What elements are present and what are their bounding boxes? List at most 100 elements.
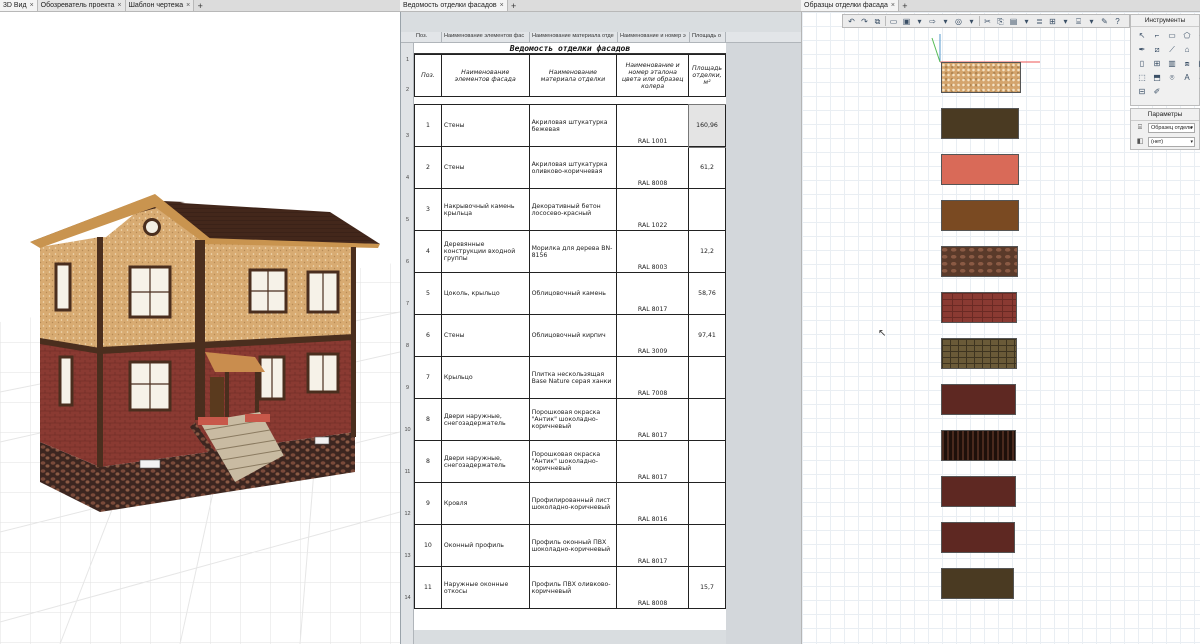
material-swatch[interactable] xyxy=(941,154,1019,185)
cell-area[interactable]: 58,76 xyxy=(688,272,726,315)
cell-material[interactable]: Морилка для дерева BN-8156 xyxy=(528,230,618,273)
redo-icon[interactable]: ↷ xyxy=(859,16,870,27)
material-swatch[interactable] xyxy=(941,108,1019,139)
window-icon[interactable]: ⊞ xyxy=(1151,58,1163,70)
row-number[interactable]: 13 xyxy=(401,553,414,559)
wrench-icon[interactable]: ✎ xyxy=(1099,16,1110,27)
row-number[interactable]: 12 xyxy=(401,511,414,517)
tab-facade-schedule[interactable]: Ведомость отделки фасадов × xyxy=(400,0,508,11)
cell-material[interactable]: Порошковая окраска "Антик" шоколадно-кор… xyxy=(528,398,618,441)
chevron-down-icon[interactable]: ▾ xyxy=(1086,16,1097,27)
cell-color-code[interactable]: RAL 8008 xyxy=(616,146,690,189)
cell-area[interactable] xyxy=(688,482,726,525)
style-select[interactable]: Образец отделк ▾ xyxy=(1148,123,1195,133)
cell-element[interactable]: Крыльцо xyxy=(440,356,530,399)
material-swatch[interactable] xyxy=(941,246,1018,277)
chevron-down-icon[interactable]: ▾ xyxy=(1021,16,1032,27)
cell-material[interactable]: Профилированный лист шоколадно-коричневы… xyxy=(528,482,618,525)
add-tab-button[interactable]: + xyxy=(899,0,911,11)
open-folder-icon[interactable]: ▭ xyxy=(888,16,899,27)
cell-pos[interactable]: 8 xyxy=(414,398,442,441)
column-header[interactable]: Наименование элементов фас xyxy=(442,32,530,42)
table-row[interactable]: 4 Деревянные конструкции входной группы … xyxy=(414,230,726,273)
cell-element[interactable]: Деревянные конструкции входной группы xyxy=(440,230,530,273)
camera-icon[interactable]: ⌾ xyxy=(1166,72,1178,84)
cell-area[interactable] xyxy=(688,188,726,231)
cell-material[interactable]: Плитка нескользящая Base Nature серая ха… xyxy=(528,356,618,399)
header-cell[interactable]: Поз. xyxy=(414,54,442,97)
cell-color-code[interactable]: RAL 8008 xyxy=(616,566,690,609)
row-number[interactable]: 4 xyxy=(401,175,414,181)
column-icon[interactable]: ▥ xyxy=(1166,58,1178,70)
cell-area[interactable] xyxy=(688,398,726,441)
material-swatch[interactable] xyxy=(941,522,1015,553)
cell-area[interactable]: 12,2 xyxy=(688,230,726,273)
tab-facade-samples[interactable]: Образцы отделки фасада × xyxy=(801,0,899,11)
material-swatch[interactable] xyxy=(941,292,1017,323)
close-icon[interactable]: × xyxy=(186,2,190,9)
row-number[interactable]: 14 xyxy=(401,595,414,601)
header-cell[interactable]: Площадь отделки, м² xyxy=(688,54,726,97)
tab-3d-view[interactable]: 3D Вид × xyxy=(0,0,38,11)
row-number[interactable]: 6 xyxy=(401,259,414,265)
fill-icon[interactable]: ⬒ xyxy=(1151,72,1163,84)
cell-element[interactable]: Стены xyxy=(440,104,530,147)
chevron-down-icon[interactable]: ▾ xyxy=(940,16,951,27)
cut-icon[interactable]: ✂ xyxy=(982,16,993,27)
table-row[interactable]: 8 Двери наружные, снегозадержатель Порош… xyxy=(414,398,726,441)
cell-color-code[interactable]: RAL 8017 xyxy=(616,524,690,567)
material-swatch[interactable] xyxy=(941,200,1019,231)
cell-pos[interactable]: 10 xyxy=(414,524,442,567)
roof-icon[interactable]: ⌂ xyxy=(1181,44,1193,56)
close-icon[interactable]: × xyxy=(30,2,34,9)
cell-element[interactable]: Оконный профиль xyxy=(440,524,530,567)
cell-pos[interactable]: 4 xyxy=(414,230,442,273)
table-row[interactable]: 6 Стены Облицовочный кирпич RAL 3009 97,… xyxy=(414,314,726,357)
table-row[interactable]: 9 Кровля Профилированный лист шоколадно-… xyxy=(414,482,726,525)
header-cell[interactable]: Наименование материала отделки xyxy=(528,54,618,97)
cell-area[interactable]: 15,7 xyxy=(688,566,726,609)
cell-color-code[interactable]: RAL 8017 xyxy=(616,440,690,483)
table-row[interactable]: 3 Накрывочный камень крыльца Декоративны… xyxy=(414,188,726,231)
table-row[interactable]: 10 Оконный профиль Профиль оконный ПВХ ш… xyxy=(414,524,726,567)
cell-element[interactable]: Стены xyxy=(440,314,530,357)
cell-element[interactable]: Наружные оконные откосы xyxy=(440,566,530,609)
cell-element[interactable]: Стены xyxy=(440,146,530,189)
line-icon[interactable]: ⌐ xyxy=(1151,30,1163,42)
slab-icon[interactable]: ⧄ xyxy=(1151,44,1163,56)
chevron-down-icon[interactable]: ▾ xyxy=(966,16,977,27)
table-row[interactable]: 7 Крыльцо Плитка нескользящая Base Natur… xyxy=(414,356,726,399)
material-swatch[interactable] xyxy=(941,476,1016,507)
globe-icon[interactable]: ◎ xyxy=(953,16,964,27)
cell-pos[interactable]: 7 xyxy=(414,356,442,399)
column-header[interactable]: Площадь о xyxy=(690,32,726,42)
cell-pos[interactable]: 3 xyxy=(414,188,442,231)
cell-area[interactable] xyxy=(688,356,726,399)
symbol-icon[interactable]: ⬚ xyxy=(1136,72,1148,84)
cell-pos[interactable]: 1 xyxy=(414,104,442,147)
add-tab-button[interactable]: + xyxy=(508,0,520,11)
view-icon[interactable]: ⌸ xyxy=(1073,16,1084,27)
cell-pos[interactable]: 6 xyxy=(414,314,442,357)
cell-pos[interactable]: 2 xyxy=(414,146,442,189)
row-number[interactable]: 5 xyxy=(401,217,414,223)
cell-material[interactable]: Акриловая штукатурка оливково-коричневая xyxy=(528,146,618,189)
cell-area[interactable]: 160,96 xyxy=(687,103,727,148)
column-header[interactable]: Наименование материала отде xyxy=(530,32,618,42)
wall-icon[interactable]: ⌿ xyxy=(1196,30,1200,42)
row-number[interactable]: 7 xyxy=(401,301,414,307)
text-icon[interactable]: A xyxy=(1181,72,1193,84)
column-header[interactable]: Поз. xyxy=(414,32,442,42)
table-row[interactable]: 8 Двери наружные, снегозадержатель Порош… xyxy=(414,440,726,483)
samples-canvas[interactable]: ↶ ↷ ⧉ ▭ ▣ ▾ ⇨ ▾ ◎ ▾ ✂ ⎘ ▤ ▾ ≣ ⊞ ▾ ⌸ ▾ ✎ … xyxy=(801,12,1200,644)
beam-icon[interactable]: ⟋ xyxy=(1166,44,1178,56)
table-row[interactable]: 1 Стены Акриловая штукатурка бежевая RAL… xyxy=(414,103,727,148)
header-cell[interactable]: Наименование и номер эталона цвета или о… xyxy=(616,54,690,97)
export-icon[interactable]: ⇨ xyxy=(927,16,938,27)
cell-element[interactable]: Цоколь, крыльцо xyxy=(440,272,530,315)
layer-select[interactable]: (нет) ▾ xyxy=(1148,137,1195,147)
table-row[interactable]: 2 Стены Акриловая штукатурка оливково-ко… xyxy=(414,146,726,189)
cell-element[interactable]: Двери наружные, снегозадержатель xyxy=(440,440,530,483)
door-icon[interactable]: ▯ xyxy=(1136,58,1148,70)
cell-material[interactable]: Облицовочный камень xyxy=(528,272,618,315)
